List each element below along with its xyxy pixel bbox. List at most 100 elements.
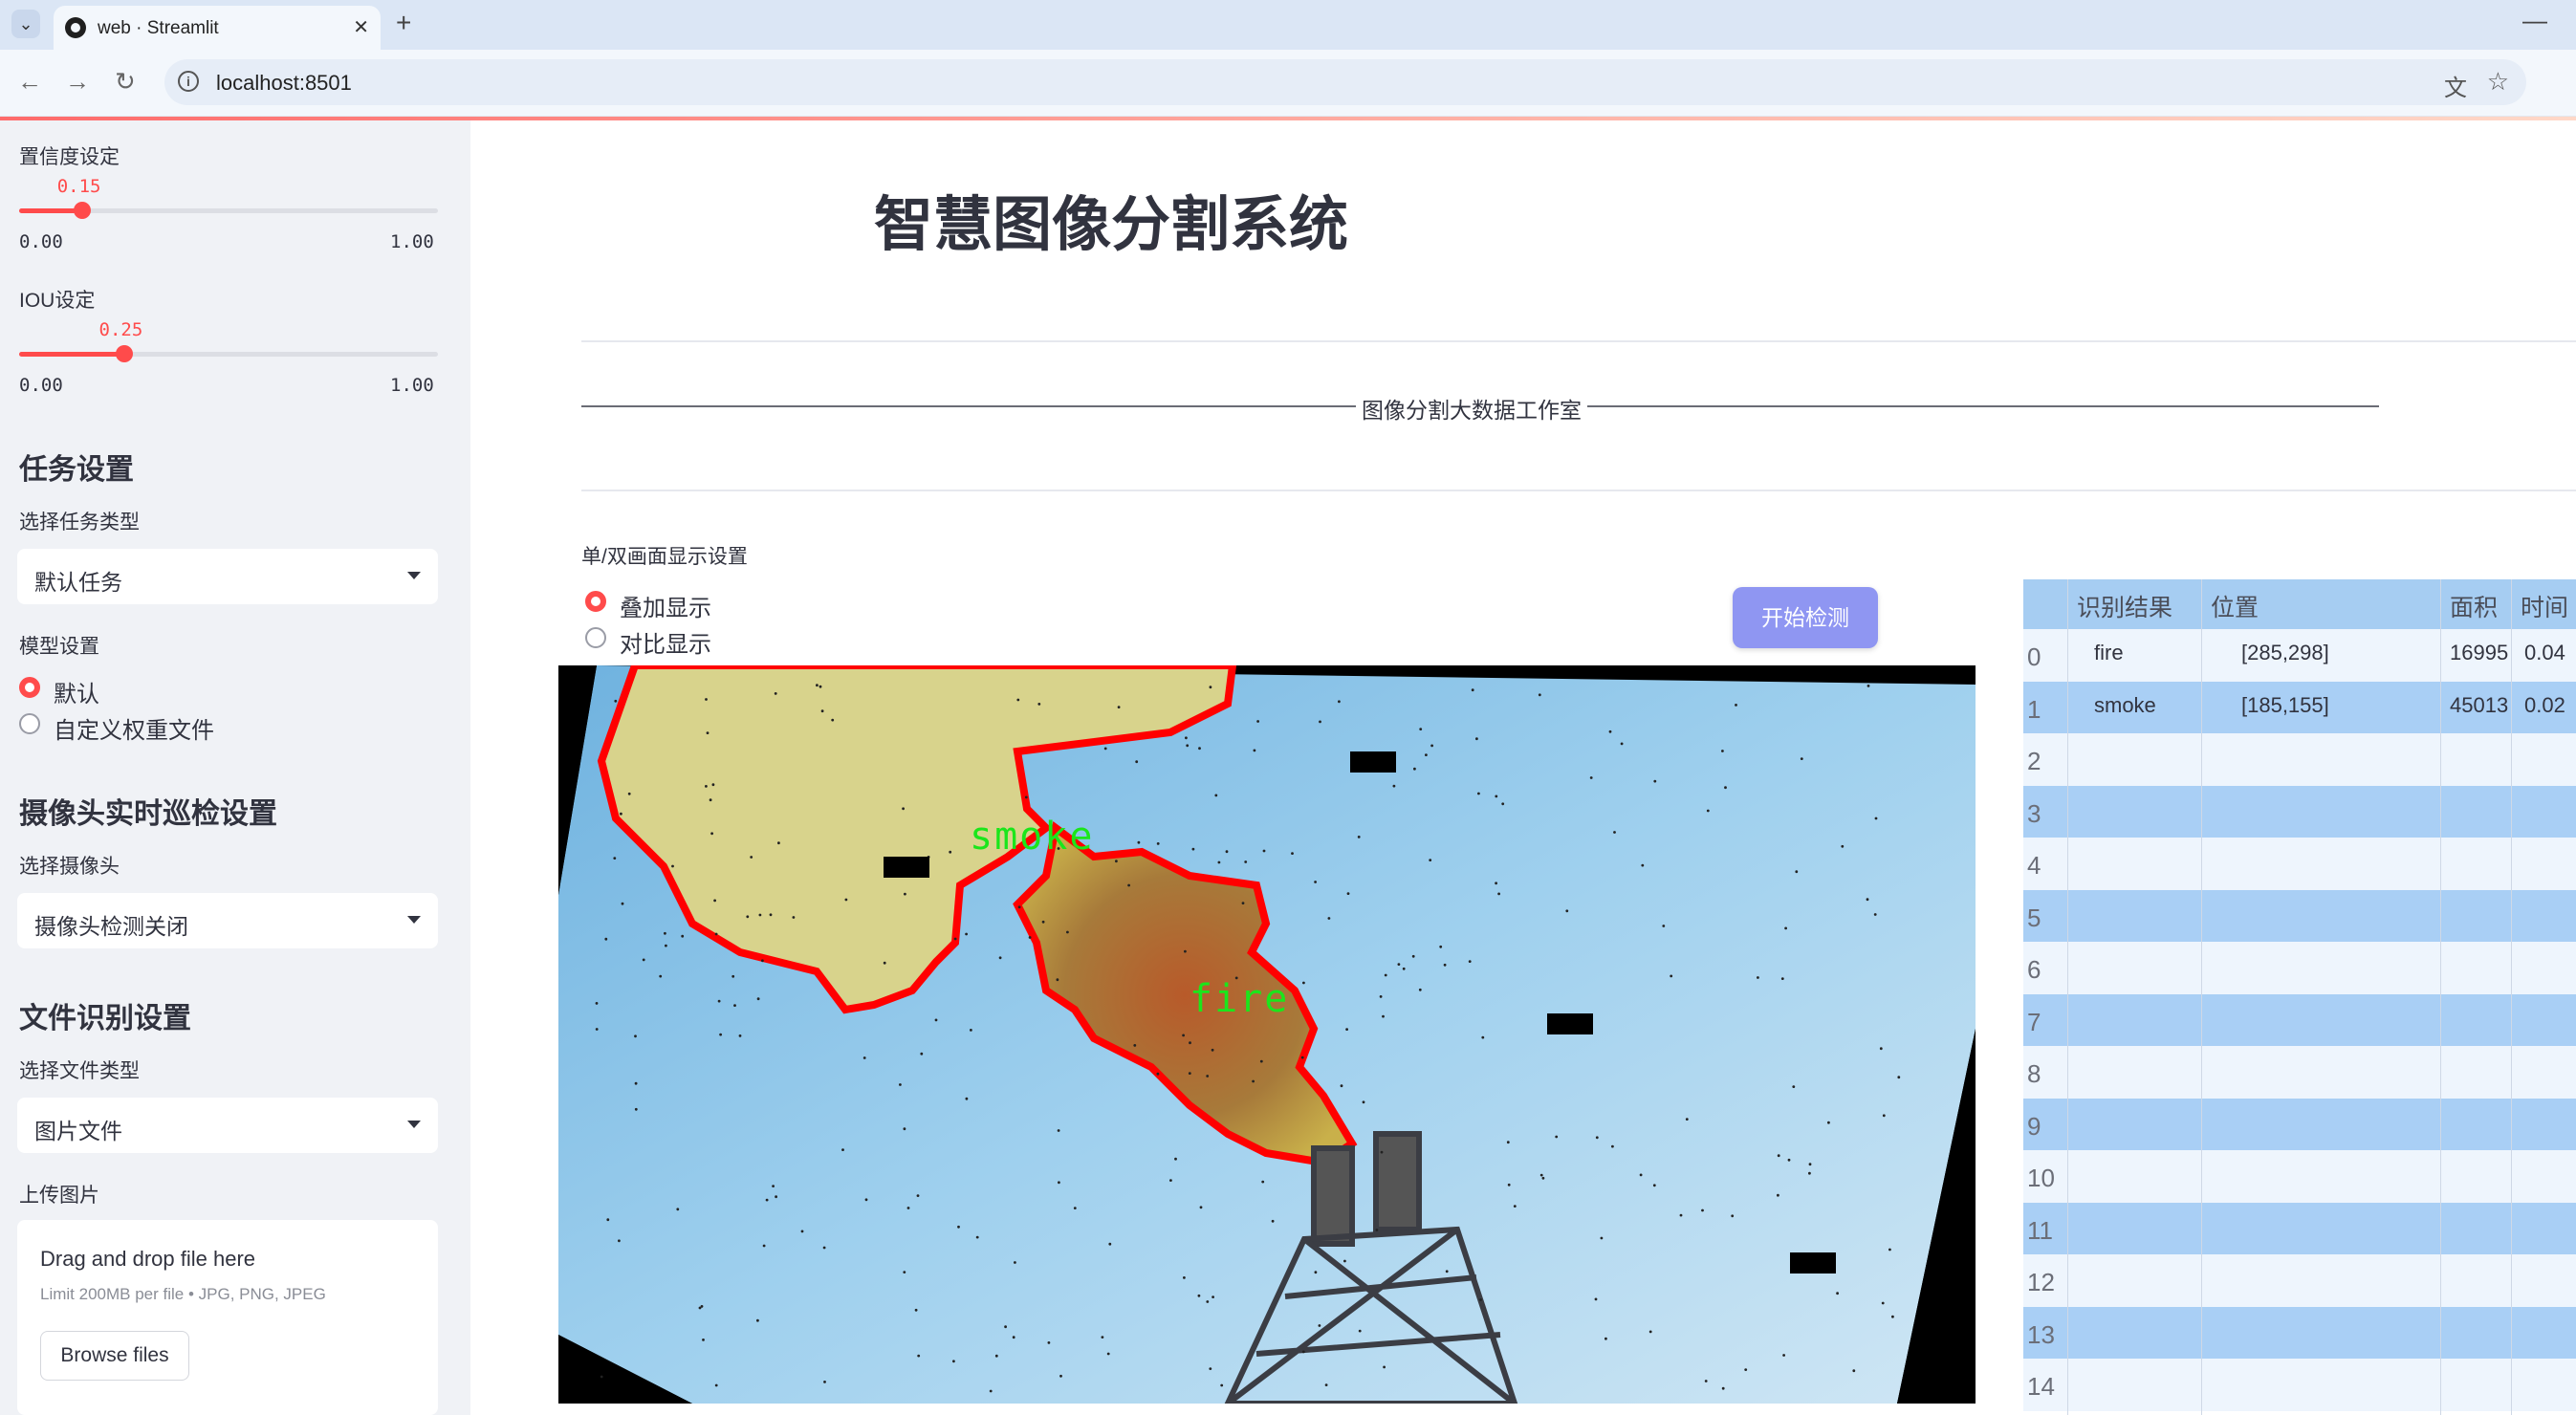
- noise-dot: [899, 1083, 902, 1086]
- noise-dot: [1594, 1297, 1598, 1301]
- back-arrow-icon[interactable]: ←: [17, 67, 42, 97]
- row-index: 7: [2027, 1007, 2041, 1036]
- noise-dot: [1037, 703, 1041, 706]
- model-option-label: 自定义权重文件: [54, 718, 214, 744]
- noise-dot: [671, 864, 674, 868]
- row-index: 10: [2027, 1164, 2055, 1192]
- noise-dot: [1541, 1176, 1545, 1180]
- noise-dot: [1613, 831, 1616, 834]
- noise-dot: [613, 857, 617, 860]
- noise-dot: [775, 1195, 777, 1199]
- iou-slider-thumb[interactable]: [115, 345, 133, 362]
- noise-dot: [1217, 860, 1221, 864]
- noise-dot: [1706, 809, 1710, 813]
- table-row[interactable]: 13: [2023, 1306, 2576, 1359]
- table-row[interactable]: 12: [2023, 1254, 2576, 1307]
- segmentation-canvas: [558, 665, 1976, 1404]
- noise-dot: [1418, 988, 1422, 991]
- new-tab-icon[interactable]: +: [396, 8, 411, 38]
- row-index: 9: [2027, 1111, 2041, 1141]
- redaction-box: [884, 857, 929, 878]
- table-row[interactable]: 2: [2023, 733, 2576, 786]
- noise-dot: [634, 1107, 638, 1111]
- url-field[interactable]: i localhost:8501 文 ☆: [164, 59, 2526, 105]
- column-divider: [2201, 579, 2202, 1415]
- noise-dot: [1392, 784, 1396, 788]
- noise-dot: [1555, 1135, 1559, 1139]
- column-header-area[interactable]: 面积: [2450, 589, 2498, 623]
- file-dropzone[interactable]: Drag and drop file here Limit 200MB per …: [17, 1220, 438, 1415]
- translate-icon[interactable]: 文: [2444, 69, 2467, 102]
- bookmark-star-icon[interactable]: ☆: [2487, 67, 2509, 97]
- camera-select[interactable]: 摄像头检测关闭: [17, 893, 438, 948]
- noise-dot: [1430, 744, 1433, 748]
- column-header-time[interactable]: 时间: [2521, 589, 2568, 623]
- file-type-select[interactable]: 图片文件: [17, 1098, 438, 1153]
- window-minimize-icon[interactable]: —: [2522, 6, 2547, 35]
- site-info-icon[interactable]: i: [178, 71, 199, 92]
- browse-files-button[interactable]: Browse files: [40, 1331, 189, 1381]
- iou-slider-fill: [19, 352, 124, 357]
- row-index: 8: [2027, 1059, 2041, 1088]
- noise-dot: [1191, 847, 1195, 851]
- column-header-result[interactable]: 识别结果: [2077, 589, 2172, 623]
- table-row[interactable]: 4: [2023, 838, 2576, 890]
- chevron-down-icon: [407, 916, 421, 924]
- table-row[interactable]: 6: [2023, 942, 2576, 994]
- noise-dot: [970, 1029, 972, 1032]
- noise-dot: [1477, 792, 1480, 795]
- tab-close-icon[interactable]: ✕: [353, 15, 369, 39]
- page-title: 智慧图像分割系统: [873, 192, 1348, 258]
- task-type-select[interactable]: 默认任务: [17, 549, 438, 604]
- noise-dot: [664, 931, 666, 935]
- file-type-selected: 图片文件: [34, 1119, 122, 1143]
- table-row[interactable]: 7: [2023, 993, 2576, 1046]
- noise-dot: [1475, 737, 1478, 741]
- table-row[interactable]: 11: [2023, 1202, 2576, 1254]
- table-row[interactable]: 14: [2023, 1359, 2576, 1411]
- noise-dot: [1156, 842, 1160, 845]
- table-row[interactable]: 1 smoke [185,155] 45013 0.02: [2023, 681, 2576, 733]
- task-type-selected: 默认任务: [34, 570, 122, 595]
- noise-dot: [1135, 760, 1139, 764]
- noise-dot: [1539, 1173, 1543, 1177]
- table-row[interactable]: 0 fire [285,298] 16995 0.04: [2023, 629, 2576, 682]
- noise-dot: [1206, 1075, 1210, 1078]
- noise-dot: [676, 1208, 680, 1211]
- browser-tab[interactable]: web · Streamlit ✕: [54, 6, 381, 50]
- noise-dot: [1199, 1206, 1203, 1209]
- noise-dot: [965, 1097, 969, 1100]
- noise-dot: [906, 1207, 910, 1209]
- table-row[interactable]: 3: [2023, 785, 2576, 838]
- noise-dot: [709, 798, 712, 802]
- table-row[interactable]: 8: [2023, 1046, 2576, 1099]
- dropzone-title: Drag and drop file here: [40, 1247, 256, 1271]
- noise-dot: [756, 997, 760, 1001]
- column-header-position[interactable]: 位置: [2211, 589, 2259, 623]
- reload-icon[interactable]: ↻: [115, 67, 136, 97]
- table-row[interactable]: 5: [2023, 889, 2576, 942]
- table-row[interactable]: 10: [2023, 1150, 2576, 1203]
- noise-dot: [1261, 1180, 1265, 1184]
- noise-dot: [1662, 925, 1666, 927]
- tab-search-chevron-icon[interactable]: ⌄: [11, 10, 40, 38]
- results-table[interactable]: 识别结果 位置 面积 时间 0 fire [285,298] 16995 0.04 1 sm…: [2023, 579, 2576, 1415]
- radio-selected-icon: [19, 677, 40, 698]
- noise-dot: [1653, 779, 1657, 783]
- noise-dot: [820, 709, 824, 713]
- row-index: 5: [2027, 903, 2041, 932]
- iou-label: IOU设定: [19, 290, 96, 312]
- start-detection-button[interactable]: 开始检测: [1733, 587, 1878, 648]
- chevron-down-icon: [407, 572, 421, 579]
- noise-dot: [1380, 1150, 1384, 1154]
- noise-dot: [1873, 913, 1877, 916]
- table-row[interactable]: 9: [2023, 1098, 2576, 1150]
- iou-slider[interactable]: [19, 345, 438, 362]
- noise-dot: [1495, 882, 1497, 885]
- noise-dot: [642, 958, 645, 962]
- noise-dot: [1795, 870, 1799, 874]
- noise-dot: [762, 1244, 766, 1248]
- noise-dot: [1648, 1330, 1652, 1334]
- forward-arrow-icon[interactable]: →: [65, 67, 90, 97]
- noise-dot: [777, 841, 780, 845]
